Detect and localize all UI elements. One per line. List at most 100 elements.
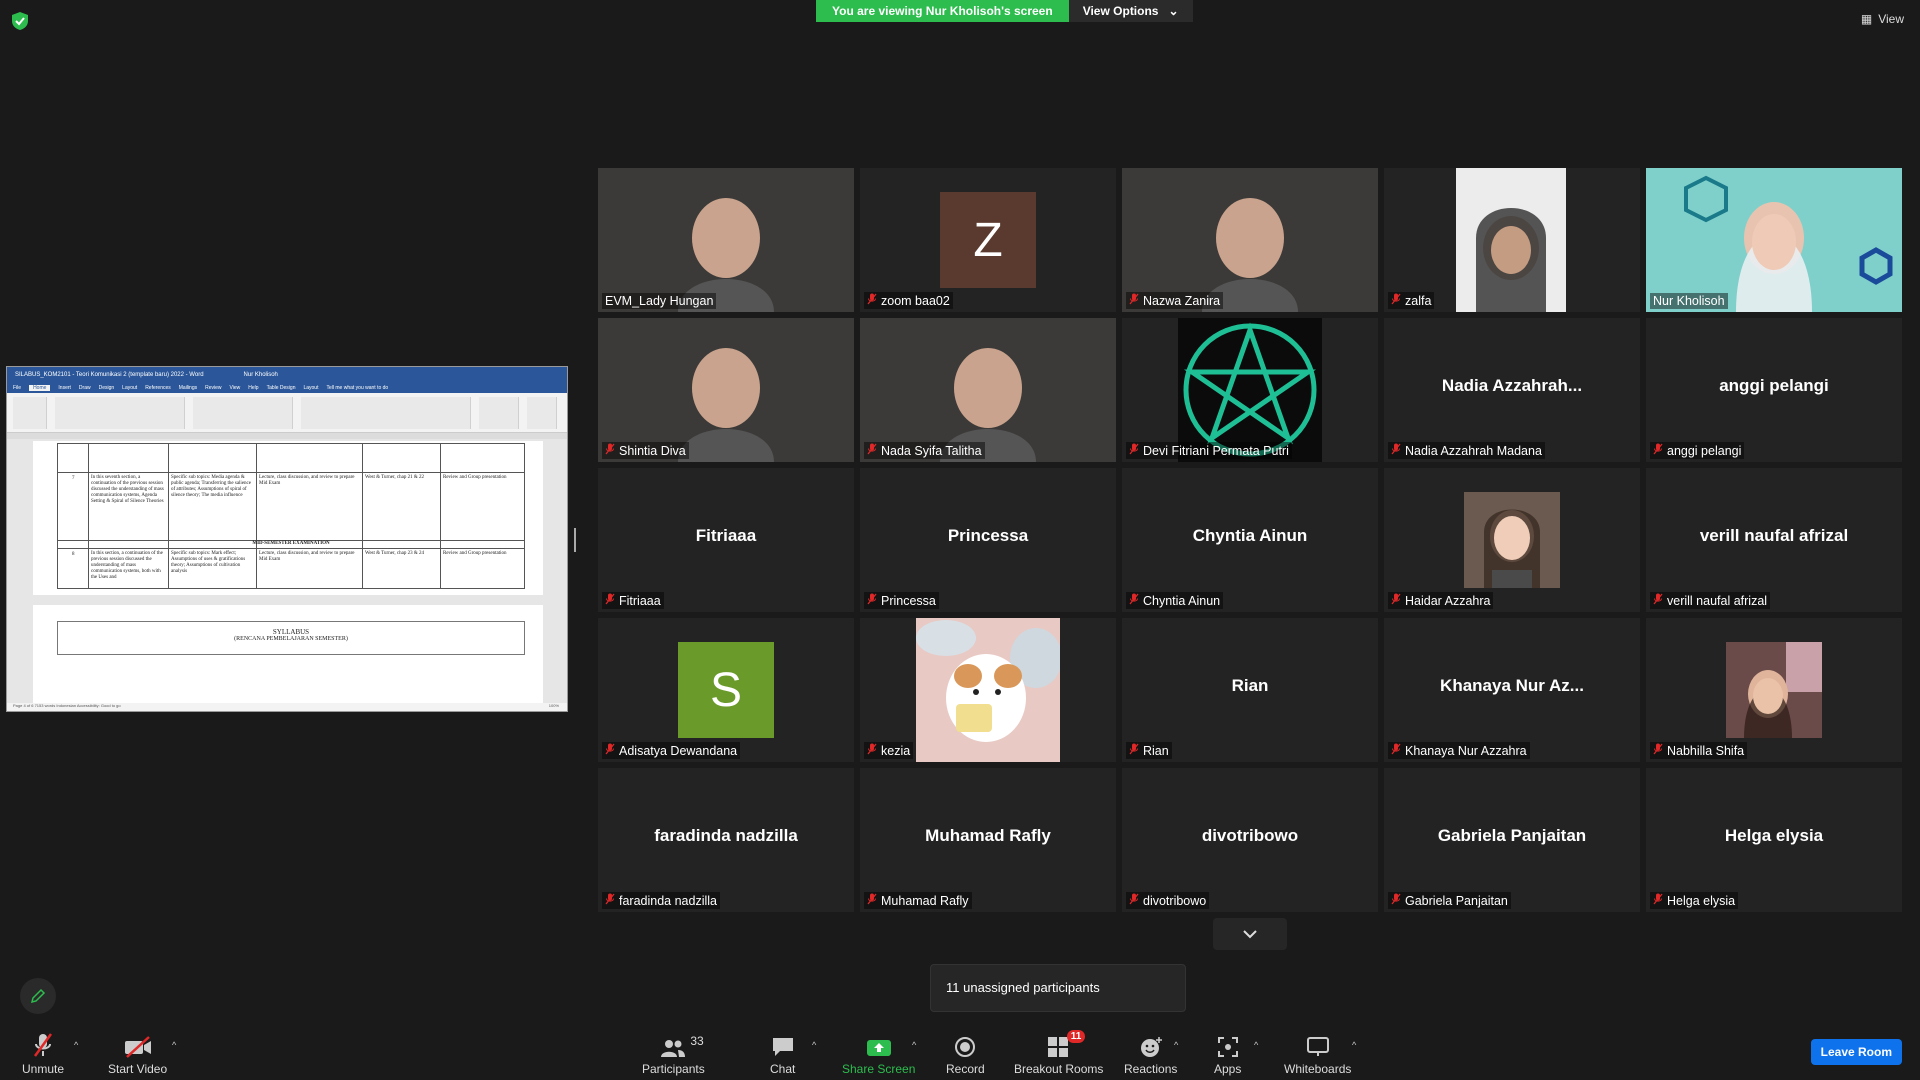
leave-room-button[interactable]: Leave Room: [1810, 1039, 1902, 1065]
participant-tile[interactable]: verill naufal afrizal verill naufal afriz…: [1646, 468, 1902, 612]
record-icon: [955, 1037, 976, 1057]
share-screen-icon: [866, 1040, 891, 1056]
whiteboards-button[interactable]: Whiteboards: [1284, 1032, 1351, 1076]
annotate-pencil-button[interactable]: [20, 978, 56, 1014]
chat-options-caret[interactable]: ^: [812, 1040, 816, 1050]
participant-avatar: Z: [940, 192, 1036, 288]
participant-display-name: Rian: [1231, 676, 1269, 695]
participant-tile[interactable]: Gabriela Panjaitan Gabriela Panjaitan: [1384, 768, 1640, 912]
share-screen-label: Share Screen: [842, 1062, 916, 1076]
chevron-down-icon: ⌄: [1168, 4, 1179, 18]
reactions-button[interactable]: Reactions: [1124, 1032, 1177, 1076]
participant-tile[interactable]: Rian Rian: [1122, 618, 1378, 762]
participant-tile[interactable]: Nur Kholisoh: [1646, 168, 1902, 312]
word-ribbon-tabs: File Home Insert Draw Design Layout Refe…: [7, 383, 567, 393]
participant-tile[interactable]: Princessa Princessa: [860, 468, 1116, 612]
row-number: 8: [72, 552, 75, 557]
breakout-rooms-button[interactable]: 11 Breakout Rooms: [1014, 1030, 1103, 1076]
audio-options-caret[interactable]: ^: [74, 1040, 78, 1050]
start-video-label: Start Video: [108, 1062, 168, 1076]
participant-video-feed: [1122, 168, 1378, 312]
muted-mic-icon: [1391, 443, 1401, 458]
participant-tile[interactable]: kezia: [860, 618, 1116, 762]
participant-tile[interactable]: anggi pelangi anggi pelangi: [1646, 318, 1902, 462]
apps-options-caret[interactable]: ^: [1254, 1040, 1258, 1050]
apps-label: Apps: [1214, 1062, 1242, 1076]
word-tab: References: [145, 385, 171, 391]
video-off-icon: [124, 1036, 151, 1058]
screen-share-banner: You are viewing Nur Kholisoh's screen Vi…: [816, 0, 1193, 22]
participant-name-label: Princessa: [864, 592, 939, 609]
row-description: In this section, a continuation of the p…: [91, 551, 163, 580]
gallery-scroll-down-button[interactable]: [1213, 918, 1287, 950]
participant-tile[interactable]: Zzoom baa02: [860, 168, 1116, 312]
participant-tile[interactable]: Nadia Azzahrah... Nadia Azzahrah Madana: [1384, 318, 1640, 462]
unassigned-participants-tooltip[interactable]: 11 unassigned participants: [930, 964, 1186, 1012]
participant-name: Nazwa Zanira: [1143, 293, 1221, 308]
participant-tile[interactable]: Haidar Azzahra: [1384, 468, 1640, 612]
view-layout-button[interactable]: ▦ View: [1861, 12, 1904, 26]
whiteboards-options-caret[interactable]: ^: [1352, 1040, 1356, 1050]
share-options-caret[interactable]: ^: [912, 1040, 916, 1050]
participant-tile[interactable]: divotribowo divotribowo: [1122, 768, 1378, 912]
mid-exam-label: MID-SEMESTER EXAMINATION: [252, 541, 330, 546]
participants-button[interactable]: 33 Participants: [642, 1032, 705, 1076]
apps-button[interactable]: Apps: [1214, 1032, 1241, 1076]
start-video-button[interactable]: Start Video: [108, 1032, 167, 1076]
word-tab: Design: [98, 385, 115, 391]
video-options-caret[interactable]: ^: [172, 1040, 176, 1050]
word-zoom: 100%: [548, 703, 559, 708]
participant-name-label: Chyntia Ainun: [1126, 592, 1224, 609]
participant-tile[interactable]: S Adisatya Dewandana: [598, 618, 854, 762]
participant-display-name: Fitriaaa: [695, 526, 757, 545]
participant-name-label: Nazwa Zanira: [1126, 292, 1224, 309]
row-assessment: Review and Group presentation: [443, 551, 507, 556]
participant-name-label: Helga elysia: [1650, 892, 1739, 909]
participant-tile[interactable]: zalfa: [1384, 168, 1640, 312]
participant-video-feed: [598, 168, 854, 312]
profile-photo: [1464, 492, 1560, 588]
splitter-handle[interactable]: [574, 528, 576, 552]
participant-name-label: Fitriaaa: [602, 592, 664, 609]
muted-mic-icon: [1653, 743, 1663, 758]
muted-mic-icon: [867, 593, 877, 608]
participant-tile[interactable]: Nada Syifa Talitha: [860, 318, 1116, 462]
shared-screen[interactable]: SILABUS_KOM2101 - Teori Komunikasi 2 (te…: [6, 366, 568, 712]
word-tab: Insert: [58, 385, 71, 391]
share-screen-button[interactable]: Share Screen: [842, 1032, 915, 1076]
row-method: Lecture, class discussion, and review to…: [259, 475, 355, 486]
whiteboard-icon: [1306, 1037, 1329, 1056]
participant-name: zalfa: [1405, 293, 1432, 308]
participant-tile[interactable]: faradinda nadzilla faradinda nadzilla: [598, 768, 854, 912]
participant-tile[interactable]: Muhamad Rafly Muhamad Rafly: [860, 768, 1116, 912]
word-ribbon: [7, 393, 567, 433]
participant-display-name: anggi pelangi: [1719, 376, 1829, 395]
participant-display-name: Chyntia Ainun: [1192, 526, 1308, 545]
doc-page: SYLLABUS (RENCANA PEMBELAJARAN SEMESTER): [33, 605, 543, 705]
unmute-button[interactable]: Unmute: [22, 1032, 64, 1076]
muted-mic-icon: [867, 293, 877, 308]
chat-button[interactable]: Chat: [770, 1032, 795, 1076]
security-shield-icon[interactable]: [12, 12, 28, 30]
participant-tile[interactable]: Nabhilla Shifa: [1646, 618, 1902, 762]
muted-mic-icon: [867, 443, 877, 458]
participant-name-label: zalfa: [1388, 292, 1435, 309]
participant-tile[interactable]: Fitriaaa Fitriaaa: [598, 468, 854, 612]
participant-tile[interactable]: Devi Fitriani Permata Putri: [1122, 318, 1378, 462]
participant-tile[interactable]: Shintia Diva: [598, 318, 854, 462]
muted-mic-icon: [867, 893, 877, 908]
participant-tile[interactable]: Nazwa Zanira: [1122, 168, 1378, 312]
muted-mic-icon: [1653, 593, 1663, 608]
muted-mic-icon: [1129, 743, 1139, 758]
participant-tile[interactable]: Chyntia Ainun Chyntia Ainun: [1122, 468, 1378, 612]
addins-group: [527, 397, 557, 429]
participant-name-label: zoom baa02: [864, 292, 953, 309]
record-button[interactable]: Record: [946, 1032, 985, 1076]
view-options-button[interactable]: View Options ⌄: [1068, 0, 1193, 22]
participant-display-name: faradinda nadzilla: [654, 826, 798, 845]
reactions-options-caret[interactable]: ^: [1174, 1040, 1178, 1050]
participant-tile[interactable]: Khanaya Nur Az... Khanaya Nur Azzahra: [1384, 618, 1640, 762]
participant-tile[interactable]: Helga elysia Helga elysia: [1646, 768, 1902, 912]
participant-tile[interactable]: EVM_Lady Hungan: [598, 168, 854, 312]
paragraph-group: [193, 397, 293, 429]
